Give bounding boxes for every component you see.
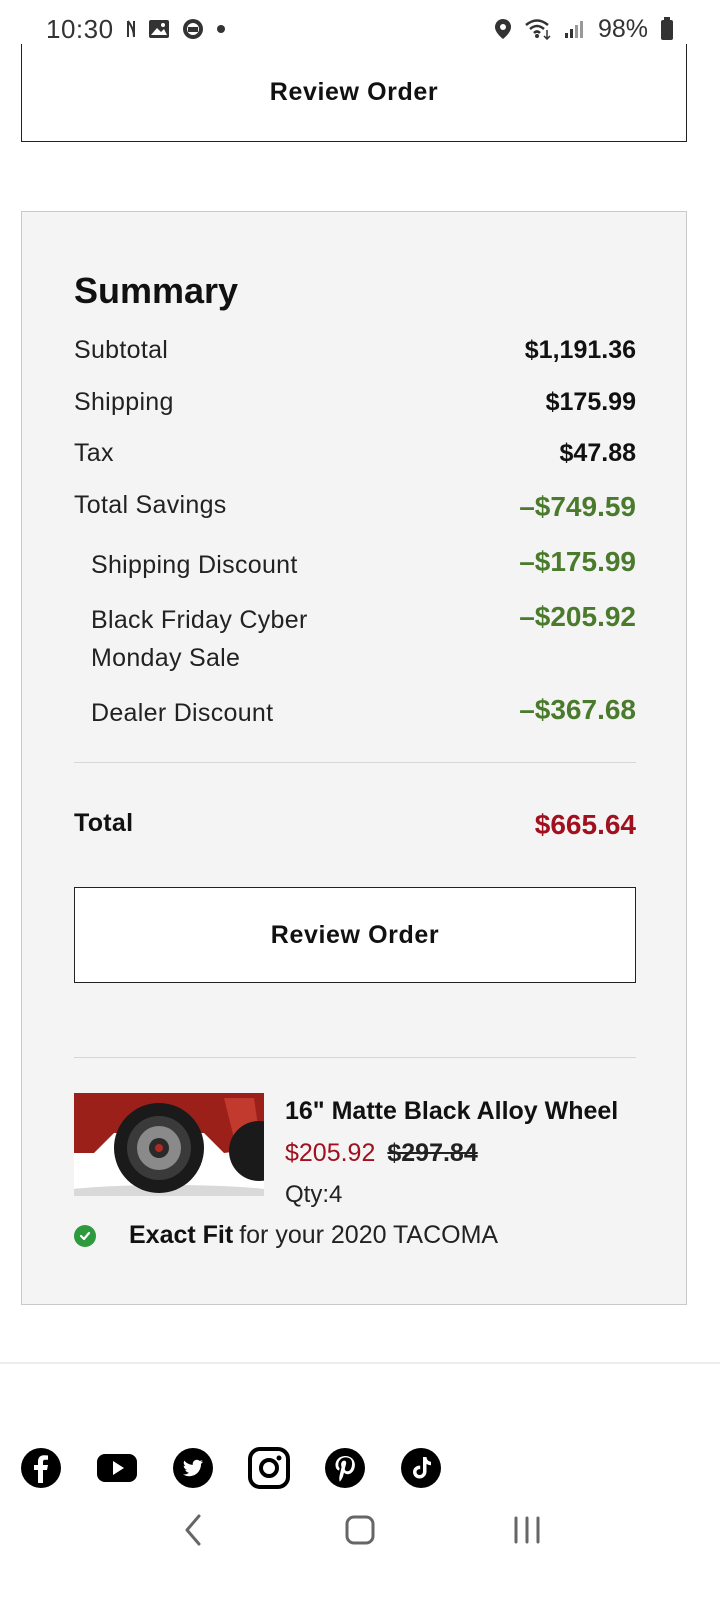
social-links [20, 1447, 442, 1489]
product-name[interactable]: 16" Matte Black Alloy Wheel [285, 1097, 618, 1126]
total-savings-row: Total Savings –$749.59 [74, 491, 636, 523]
total-savings-value: –$749.59 [519, 491, 636, 522]
shipping-value: $175.99 [545, 388, 636, 416]
summary-title: Summary [74, 270, 239, 311]
app-icon [182, 18, 204, 40]
total-value: $665.64 [534, 809, 636, 840]
product-qty: Qty:4 [285, 1181, 343, 1208]
status-time: 10:30 [46, 13, 114, 44]
product-sale-price: $205.92 [285, 1139, 376, 1167]
fitment-row: Exact Fit for your 2020 TACOMA [74, 1221, 498, 1250]
review-order-button[interactable]: Review Order [74, 887, 636, 983]
fitment-text: for your 2020 TACOMA [239, 1221, 499, 1249]
signal-icon [564, 19, 586, 39]
fitment-strong: Exact Fit [129, 1221, 234, 1249]
instagram-icon[interactable] [248, 1447, 290, 1489]
dealer-discount-label: Dealer Discount [91, 699, 274, 727]
shipping-discount-value: –$175.99 [519, 546, 636, 577]
subtotal-value: $1,191.36 [524, 336, 636, 364]
black-friday-sale-label: Black Friday Cyber Monday Sale [91, 606, 308, 672]
wifi-icon [524, 18, 552, 40]
tax-row: Tax $47.88 [74, 439, 636, 468]
battery-icon [660, 17, 674, 41]
youtube-icon[interactable] [96, 1447, 138, 1489]
tax-value: $47.88 [559, 439, 636, 467]
subtotal-label: Subtotal [74, 336, 169, 364]
shipping-label: Shipping [74, 388, 174, 416]
order-summary-card: Summary Subtotal $1,191.36 Shipping $175… [21, 211, 687, 1305]
product-divider [74, 1057, 636, 1058]
review-order-button-top-label: Review Order [269, 78, 439, 106]
home-icon[interactable] [330, 1505, 390, 1555]
shipping-discount-row: Shipping Discount –$175.99 [74, 546, 636, 584]
total-label: Total [74, 809, 134, 837]
shipping-row: Shipping $175.99 [74, 388, 636, 417]
black-friday-sale-row: Black Friday Cyber Monday Sale –$205.92 [74, 601, 636, 677]
product-image[interactable] [74, 1093, 264, 1196]
dot-icon [216, 24, 226, 34]
facebook-icon[interactable] [20, 1447, 62, 1489]
footer-divider [0, 1362, 720, 1364]
twitter-icon[interactable] [172, 1447, 214, 1489]
status-left: 10:30 [46, 14, 226, 45]
review-order-button-label: Review Order [270, 920, 440, 949]
review-order-button-top[interactable]: Review Order [21, 44, 687, 142]
summary-divider [74, 762, 636, 763]
check-circle-icon [74, 1224, 96, 1247]
status-right: 98% [494, 15, 674, 44]
dealer-discount-row: Dealer Discount –$367.68 [74, 694, 636, 732]
location-icon [494, 18, 512, 40]
pinterest-icon[interactable] [324, 1447, 366, 1489]
nfc-icon [126, 20, 136, 38]
total-savings-label: Total Savings [74, 491, 227, 519]
tax-label: Tax [74, 439, 114, 467]
recent-apps-icon[interactable] [497, 1505, 557, 1555]
product-price-row: $205.92 $297.84 [285, 1139, 478, 1168]
subtotal-row: Subtotal $1,191.36 [74, 336, 636, 365]
product-original-price: $297.84 [387, 1139, 478, 1167]
shipping-discount-label: Shipping Discount [91, 551, 298, 579]
system-nav-bar [0, 1500, 720, 1560]
total-row: Total $665.64 [74, 809, 636, 841]
gallery-icon [148, 19, 170, 39]
black-friday-sale-value: –$205.92 [519, 601, 636, 632]
tiktok-icon[interactable] [400, 1447, 442, 1489]
back-icon[interactable] [163, 1505, 223, 1555]
dealer-discount-value: –$367.68 [519, 694, 636, 725]
battery-percent: 98% [597, 14, 648, 43]
